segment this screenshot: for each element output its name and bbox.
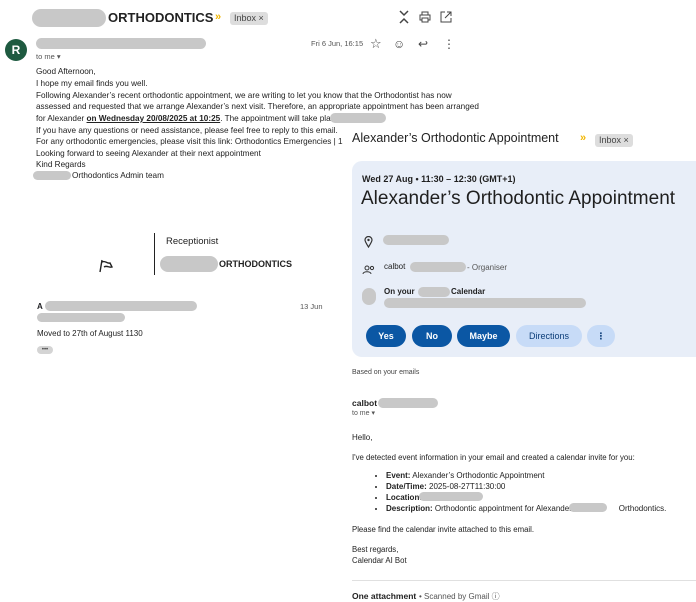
organiser-prefix: calbot: [384, 262, 406, 271]
redacted-calendar-account: [384, 298, 586, 308]
body-line-2: I hope my email finds you well.: [36, 79, 148, 88]
redacted-subject: [32, 9, 106, 27]
more-options-icon[interactable]: ⋮: [443, 37, 455, 51]
redacted-description-clinic: [569, 503, 607, 512]
location-pin-icon: [364, 235, 373, 253]
body-line-4: assessed and requested that we arrange A…: [36, 102, 479, 111]
redacted-email2-sender-line2: [37, 313, 125, 322]
inbox-label[interactable]: Inbox ×: [230, 12, 268, 25]
based-on-emails-note: Based on your emails: [352, 369, 420, 376]
scanned-by-gmail[interactable]: • Scanned by Gmail ⓘ: [419, 591, 500, 602]
avatar-letter: R: [11, 43, 21, 57]
organiser-suffix: - Organiser: [467, 263, 508, 272]
redacted-email2-sender: [45, 301, 197, 311]
open-in-new-window-icon[interactable]: [440, 11, 452, 25]
redacted-calendar-name: [418, 287, 450, 297]
attachment-divider: [352, 580, 696, 581]
bot-recipient-line[interactable]: to me ▾: [352, 409, 375, 417]
signature-role: Receptionist: [166, 236, 219, 247]
datetime-detail-item: Date/Time: 2025-08-27T11:30:00: [386, 481, 666, 492]
event-detail-item: Event: Alexander’s Orthodontic Appointme…: [386, 470, 666, 481]
subject-title: ORTHODONTICS: [108, 10, 214, 25]
body-line-9: Kind Regards: [36, 160, 86, 169]
email-date: Fri 6 Jun, 16:15: [311, 39, 364, 48]
sender-avatar[interactable]: R: [5, 39, 27, 61]
event-details-list: Event: Alexander’s Orthodontic Appointme…: [370, 470, 666, 514]
directions-button[interactable]: Directions: [516, 325, 582, 347]
description-value-b: Orthodontics.: [618, 504, 667, 513]
body-line-10: Orthodontics Admin team: [72, 171, 164, 180]
calendar-avatar: [362, 288, 376, 305]
datetime-value: 2025-08-27T11:30:00: [426, 482, 506, 491]
calendar-suffix: Calendar: [451, 287, 486, 296]
bot-intro: I've detected event information in your …: [352, 453, 635, 462]
description-detail-item: Description: Orthodontic appointment for…: [386, 503, 666, 514]
calendar-email-title: Alexander’s Orthodontic Appointment: [352, 131, 559, 145]
body-line-5a: for Alexander: [36, 114, 87, 123]
body-line-8: Looking forward to seeing Alexander at t…: [36, 149, 261, 158]
datetime-label: Date/Time:: [386, 482, 427, 491]
rsvp-yes-label: Yes: [378, 331, 394, 341]
redacted-bot-sender: [378, 398, 438, 408]
rsvp-yes-button[interactable]: Yes: [366, 325, 406, 347]
directions-label: Directions: [528, 331, 569, 341]
signature-org: ORTHODONTICS: [219, 259, 292, 269]
rsvp-no-button[interactable]: No: [412, 325, 452, 347]
description-value-a: Orthodontic appointment for Alexander at: [432, 504, 581, 513]
collapse-all-icon[interactable]: [398, 10, 410, 26]
organiser-people-icon: [362, 262, 375, 280]
card-more-options-icon: ⋮: [596, 330, 606, 341]
rsvp-maybe-label: Maybe: [469, 331, 498, 341]
invite-attached-note: Please find the calendar invite attached…: [352, 525, 535, 534]
bot-regards: Best regards,: [352, 545, 399, 554]
email2-date: 13 Jun: [300, 302, 323, 311]
event-label: Event:: [386, 471, 411, 480]
signature-divider: [154, 233, 155, 275]
star-icon[interactable]: ☆: [370, 37, 382, 51]
location-label: Location:: [386, 493, 422, 502]
importance-chevron-icon-2: »: [580, 132, 587, 144]
calendar-prefix: On your: [384, 287, 415, 296]
bot-name: Calendar AI Bot: [352, 556, 407, 565]
bot-hello: Hello,: [352, 433, 373, 442]
redacted-clinic-name: [160, 256, 218, 272]
event-value: Alexander’s Orthodontic Appointment: [410, 471, 545, 480]
body-line-3: Following Alexander’s recent orthodontic…: [36, 91, 452, 100]
recipient-line[interactable]: to me ▾: [36, 52, 61, 61]
redacted-organiser: [410, 262, 466, 272]
body-line-7: For any orthodontic emergencies, please …: [36, 137, 343, 146]
greeting: Good Afternoon,: [36, 67, 96, 76]
attachment-title: One attachment: [352, 591, 417, 601]
redacted-location: [330, 113, 386, 123]
email2-sender-initial[interactable]: A: [37, 302, 43, 311]
calendar-inbox-label[interactable]: Inbox ×: [595, 134, 633, 147]
show-trimmed-content-button[interactable]: •••: [37, 346, 53, 354]
card-more-options-button[interactable]: ⋮: [587, 325, 615, 347]
bot-sender-prefix[interactable]: calbot: [352, 398, 377, 408]
body-line-5: for Alexander on Wednesday 20/08/2025 at…: [36, 113, 348, 125]
print-icon[interactable]: [419, 11, 431, 25]
importance-chevron-icon: »: [215, 11, 222, 23]
email2-snippet[interactable]: Moved to 27th of August 1130: [37, 329, 143, 338]
redacted-location-value: [419, 492, 483, 501]
appointment-date-text: on Wednesday 20/08/2025 at 10:25: [86, 114, 221, 123]
event-datetime: Wed 27 Aug • 11:30 – 12:30 (GMT+1): [362, 174, 516, 184]
event-title: Alexander’s Orthodontic Appointment: [361, 188, 676, 209]
rsvp-maybe-button[interactable]: Maybe: [457, 325, 510, 347]
rsvp-no-label: No: [426, 331, 438, 341]
redacted-sender-name: [36, 38, 206, 49]
reply-icon[interactable]: ↩: [418, 37, 428, 51]
description-label: Description:: [386, 504, 433, 513]
redacted-event-location: [383, 235, 449, 245]
redacted-team-name: [33, 171, 71, 180]
clinic-logo-icon: [97, 258, 115, 279]
emoji-react-icon[interactable]: ☺: [393, 37, 405, 51]
body-line-6: If you have any questions or need assist…: [36, 126, 338, 135]
